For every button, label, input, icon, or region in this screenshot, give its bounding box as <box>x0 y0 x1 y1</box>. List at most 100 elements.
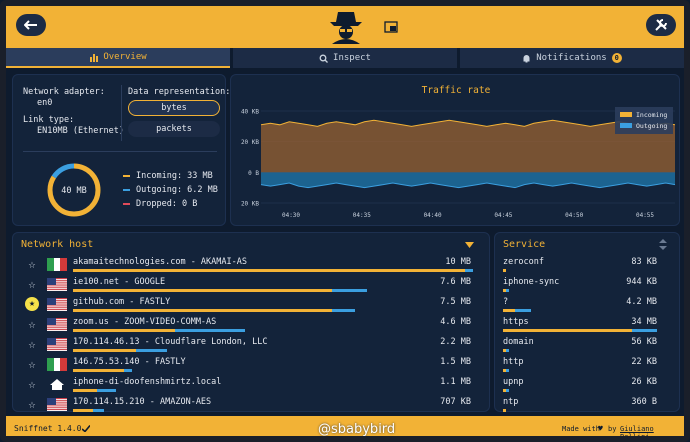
traffic-rate-panel: Traffic rate 40 KB 20 KB 0 B 20 KB 04:30 04:… <box>230 74 680 226</box>
sort-updown-icon[interactable] <box>659 239 667 250</box>
service-row[interactable]: upnp 26 KB <box>503 375 657 395</box>
service-traffic-value: 4.2 MB <box>626 297 657 307</box>
service-row[interactable]: ntp 360 B <box>503 395 657 415</box>
host-incoming-bar <box>73 289 332 292</box>
host-row[interactable]: ☆ zoom.us - ZOOM-VIDEO-COMM-AS 4.6 MB <box>25 315 475 335</box>
flag-usa-icon <box>47 338 67 351</box>
host-outgoing-bar <box>174 329 246 332</box>
host-row[interactable]: ☆ 170.114.46.13 - Cloudflare London, LLC 2… <box>25 335 475 355</box>
service-row[interactable]: zeroconf 83 KB <box>503 255 657 275</box>
chart-legend: Incoming Outgoing <box>615 107 673 134</box>
favorite-star-icon[interactable]: ☆ <box>25 397 39 411</box>
chart-x-tick-label: 04:30 <box>282 212 300 219</box>
favorite-star-icon[interactable]: ☆ <box>25 377 39 391</box>
host-traffic-value: 10 MB <box>445 257 471 267</box>
service-incoming-bar <box>503 409 506 412</box>
flag-usa-icon <box>47 398 67 411</box>
service-traffic-value: 22 KB <box>631 357 657 367</box>
overview-icon <box>90 53 99 62</box>
service-row[interactable]: ? 4.2 MB <box>503 295 657 315</box>
service-name: https <box>503 317 529 327</box>
host-incoming-bar <box>73 389 97 392</box>
host-row[interactable]: ☆ 170.114.15.210 - AMAZON-AES 707 KB <box>25 395 475 415</box>
chart-y-tick-label: 40 KB <box>241 109 259 116</box>
host-name: akamaitechnologies.com - AKAMAI-AS <box>73 257 247 267</box>
host-row[interactable]: ☆ iphone-di-doofenshmirtz.local 1.1 MB <box>25 375 475 395</box>
settings-button[interactable] <box>646 14 676 36</box>
favorite-star-icon[interactable]: ☆ <box>25 337 39 351</box>
service-name: domain <box>503 337 534 347</box>
service-row[interactable]: domain 56 KB <box>503 335 657 355</box>
host-name: iphone-di-doofenshmirtz.local <box>73 377 222 387</box>
host-incoming-bar <box>73 409 93 412</box>
chart-x-tick-label: 04:35 <box>353 212 371 219</box>
back-button[interactable] <box>16 14 46 36</box>
host-row[interactable]: ☆ ie100.net - GOOGLE 7.6 MB <box>25 275 475 295</box>
chart-x-tick-label: 04:55 <box>636 212 654 219</box>
chart-legend-outgoing: Outgoing <box>636 122 667 130</box>
chart-y-tick-label: 20 KB <box>241 201 259 208</box>
host-name: github.com - FASTLY <box>73 297 171 307</box>
service-row[interactable]: http 22 KB <box>503 355 657 375</box>
legend-outgoing-label: Outgoing: 6.2 MB <box>136 185 218 195</box>
chart-x-tick-label: 04:40 <box>424 212 442 219</box>
heart-icon: ♥ <box>598 424 603 433</box>
host-incoming-bar <box>73 349 136 352</box>
watermark: @sbabybird <box>318 422 396 437</box>
tab-overview[interactable]: Overview <box>6 48 230 68</box>
tab-notifications-label: Notifications <box>536 53 607 63</box>
tab-inspect[interactable]: Inspect <box>233 48 457 68</box>
host-incoming-bar <box>73 369 124 372</box>
favorite-star-icon[interactable]: ☆ <box>25 257 39 271</box>
host-name: 170.114.15.210 - AMAZON-AES <box>73 397 212 407</box>
flag-usa-icon <box>47 278 67 291</box>
favorite-star-filled-icon[interactable]: ★ <box>25 297 39 311</box>
chart-x-tick-label: 04:50 <box>565 212 583 219</box>
chart-y-tick-label: 0 B <box>248 170 259 177</box>
arrow-left-icon <box>24 20 37 30</box>
service-row[interactable]: iphone-sync 944 KB <box>503 275 657 295</box>
host-name: 170.114.46.13 - Cloudflare London, LLC <box>73 337 268 347</box>
service-incoming-bar <box>503 269 506 272</box>
service-traffic-value: 944 KB <box>626 277 657 287</box>
chart-series-incoming-area <box>261 120 675 173</box>
packets-option-button[interactable]: packets <box>128 121 220 137</box>
service-traffic-value: 34 MB <box>631 317 657 327</box>
legend-incoming-label: Incoming: 33 MB <box>136 171 213 181</box>
donut-total-label: 40 MB <box>61 186 87 196</box>
adapter-horizontal-divider <box>23 151 217 152</box>
link-type-value: EN10MB (Ethernet) <box>37 126 124 136</box>
host-traffic-value: 4.6 MB <box>440 317 471 327</box>
legend-outgoing-swatch <box>620 123 632 128</box>
search-icon <box>319 54 328 63</box>
sort-caret-down-icon[interactable] <box>465 242 474 248</box>
favorite-star-icon[interactable]: ☆ <box>25 357 39 371</box>
author-link[interactable]: Giuliano Bellini <box>620 425 684 436</box>
host-traffic-value: 1.1 MB <box>440 377 471 387</box>
flag-italy-icon <box>47 258 67 271</box>
service-row[interactable]: https 34 MB <box>503 315 657 335</box>
home-icon <box>50 379 64 390</box>
service-outgoing-bar <box>506 349 509 352</box>
service-traffic-value: 56 KB <box>631 337 657 347</box>
host-incoming-bar <box>73 309 332 312</box>
favorite-star-icon[interactable]: ☆ <box>25 277 39 291</box>
favorite-star-icon[interactable]: ☆ <box>25 317 39 331</box>
host-row[interactable]: ☆ akamaitechnologies.com - AKAMAI-AS 10 MB <box>25 255 475 275</box>
traffic-rate-chart: Traffic rate 40 KB 20 KB 0 B 20 KB 04:30 04:… <box>241 85 676 219</box>
legend-dropped: Dropped: 0 B <box>123 199 197 209</box>
service-outgoing-bar <box>506 289 510 292</box>
service-incoming-bar <box>503 329 633 332</box>
sniffnet-logo-icon <box>330 12 362 44</box>
network-host-title: Network host <box>21 239 94 250</box>
tab-notifications[interactable]: Notifications 0 <box>460 48 684 68</box>
service-traffic-value: 83 KB <box>631 257 657 267</box>
bytes-option-button[interactable]: bytes <box>128 100 220 116</box>
service-outgoing-bar <box>632 329 657 332</box>
host-row[interactable]: ★ github.com - FASTLY 7.5 MB <box>25 295 475 315</box>
service-name: http <box>503 357 524 367</box>
host-row[interactable]: ☆ 146.75.53.140 - FASTLY 1.5 MB <box>25 355 475 375</box>
host-incoming-bar <box>73 269 465 272</box>
tab-overview-label: Overview <box>103 52 147 62</box>
picture-in-picture-icon[interactable] <box>384 21 398 33</box>
